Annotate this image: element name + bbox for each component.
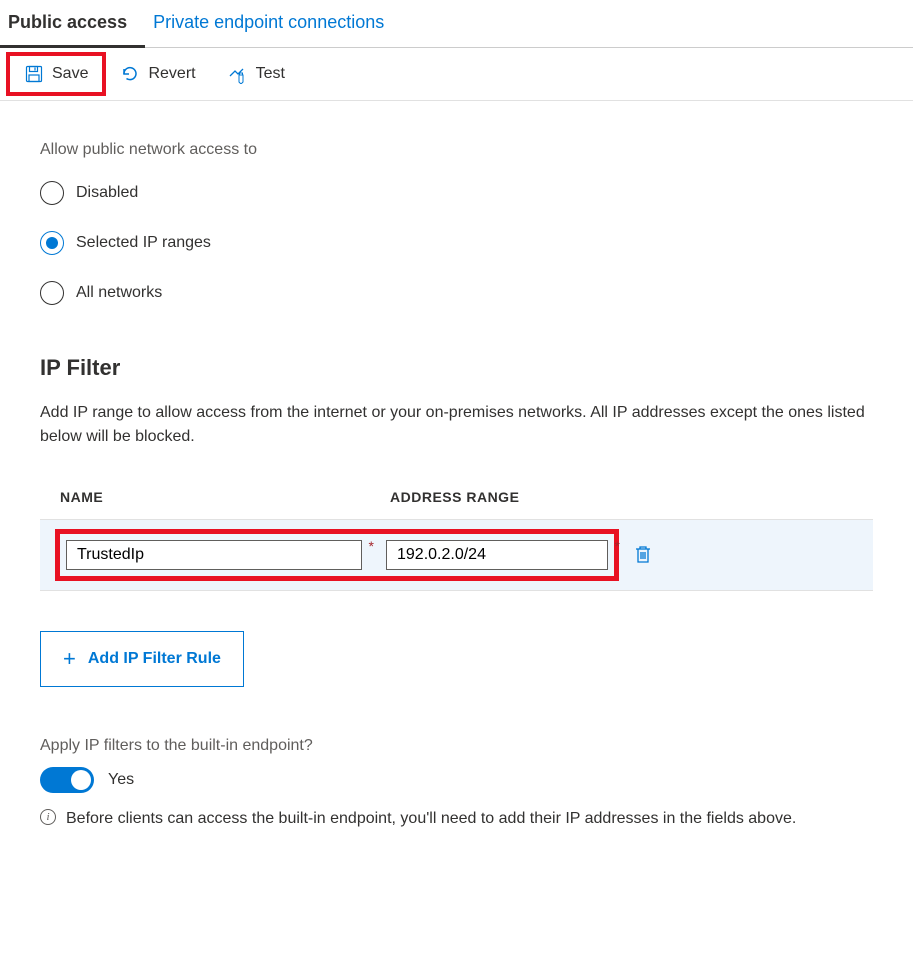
save-icon: [24, 64, 44, 84]
apply-filters-toggle-row: Yes: [40, 767, 873, 793]
col-addr-header: ADDRESS RANGE: [390, 489, 519, 505]
radio-dot-icon: [46, 237, 58, 249]
apply-info-text: Before clients can access the built-in e…: [66, 807, 796, 831]
tabs-bar: Public access Private endpoint connectio…: [0, 0, 913, 48]
radio-selected-ip-label: Selected IP ranges: [76, 234, 211, 252]
ip-inputs-highlight: * *: [60, 534, 614, 576]
test-icon: [228, 64, 248, 84]
save-label: Save: [52, 65, 88, 83]
radio-selected-ip[interactable]: Selected IP ranges: [40, 231, 873, 255]
network-access-radio-group: Disabled Selected IP ranges All networks: [40, 181, 873, 305]
ip-filter-title: IP Filter: [40, 355, 873, 381]
toggle-value-label: Yes: [108, 771, 134, 789]
main-content: Allow public network access to Disabled …: [0, 101, 913, 851]
radio-circle-icon: [40, 231, 64, 255]
ip-table-header: NAME ADDRESS RANGE: [40, 489, 873, 519]
ip-filter-row: * *: [40, 519, 873, 591]
trash-icon: [634, 544, 652, 567]
plus-icon: +: [63, 646, 76, 672]
revert-button[interactable]: Revert: [106, 56, 209, 92]
revert-icon: [120, 64, 140, 84]
ip-filter-desc: Add IP range to allow access from the in…: [40, 401, 873, 449]
apply-filters-toggle[interactable]: [40, 767, 94, 793]
col-name-header: NAME: [60, 489, 390, 505]
apply-filters-section: Apply IP filters to the built-in endpoin…: [40, 737, 873, 831]
add-ip-filter-rule-button[interactable]: + Add IP Filter Rule: [40, 631, 244, 687]
toggle-thumb: [71, 770, 91, 790]
test-label: Test: [256, 65, 285, 83]
apply-info-row: i Before clients can access the built-in…: [40, 807, 873, 831]
add-rule-label: Add IP Filter Rule: [88, 650, 221, 668]
toolbar: Save Revert Test: [0, 48, 913, 101]
ip-name-input[interactable]: [66, 540, 362, 570]
test-button[interactable]: Test: [214, 56, 299, 92]
save-button[interactable]: Save: [10, 56, 102, 92]
radio-all-networks[interactable]: All networks: [40, 281, 873, 305]
name-input-wrap: *: [66, 540, 362, 570]
ip-address-input[interactable]: [386, 540, 608, 570]
radio-disabled-label: Disabled: [76, 184, 138, 202]
tab-private-endpoint[interactable]: Private endpoint connections: [145, 0, 402, 47]
radio-disabled[interactable]: Disabled: [40, 181, 873, 205]
info-icon: i: [40, 809, 56, 825]
radio-circle-icon: [40, 181, 64, 205]
radio-all-networks-label: All networks: [76, 284, 162, 302]
revert-label: Revert: [148, 65, 195, 83]
addr-input-wrap: *: [386, 540, 608, 570]
tab-public-access[interactable]: Public access: [0, 0, 145, 48]
required-asterisk: *: [369, 538, 374, 554]
required-asterisk: *: [615, 538, 620, 554]
apply-filters-label: Apply IP filters to the built-in endpoin…: [40, 737, 873, 755]
network-access-label: Allow public network access to: [40, 141, 873, 159]
radio-circle-icon: [40, 281, 64, 305]
delete-ip-rule-button[interactable]: [634, 544, 652, 567]
